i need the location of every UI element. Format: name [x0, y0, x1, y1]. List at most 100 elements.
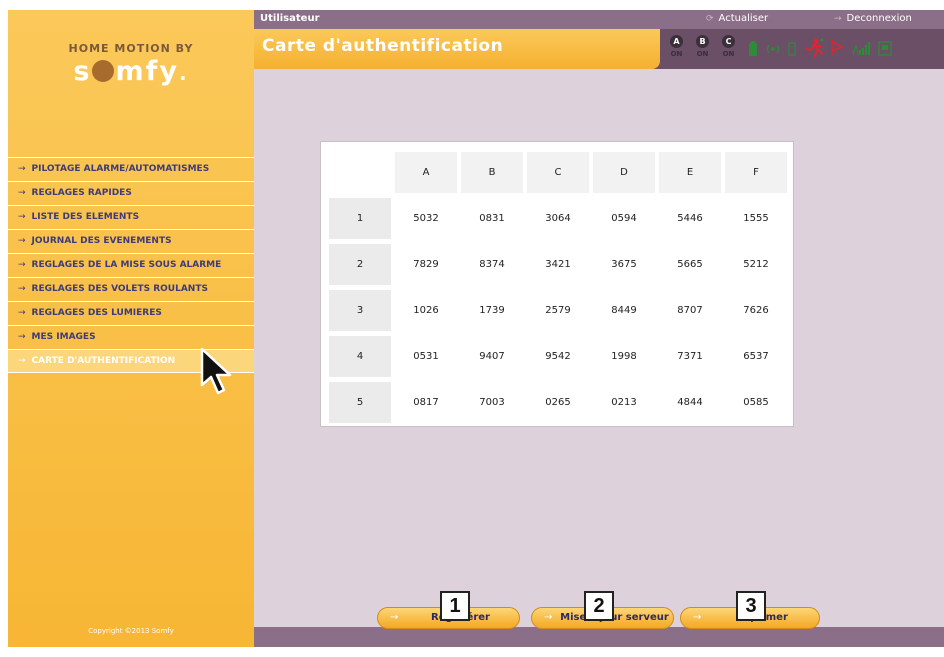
ethernet-icon — [878, 41, 892, 56]
table-cell: 8707 — [659, 290, 721, 331]
column-header: E — [659, 152, 721, 193]
table-cell: 1998 — [593, 336, 655, 377]
authentication-card: A B C D E F 1 5032 0831 3064 0594 5446 1… — [320, 141, 794, 427]
sidebar-item-mes-images[interactable]: → MES IMAGES — [8, 325, 254, 349]
sidebar-item-label: REGLAGES DES VOLETS ROULANTS — [31, 284, 208, 294]
sidebar-item-label: LISTE DES ELEMENTS — [31, 212, 140, 222]
arrow-right-icon: → — [390, 612, 399, 623]
refresh-icon: ⟳ — [706, 14, 714, 24]
table-header-row: A B C D E F — [329, 152, 787, 193]
table-cell: 0265 — [527, 382, 589, 423]
table-cell: 4844 — [659, 382, 721, 423]
table-cell: 3064 — [527, 198, 589, 239]
table-cell: 5032 — [395, 198, 457, 239]
table-cell: 0817 — [395, 382, 457, 423]
arrow-right-icon: → — [18, 212, 26, 222]
authentication-grid: A B C D E F 1 5032 0831 3064 0594 5446 1… — [325, 147, 791, 428]
arrow-right-icon: → — [18, 188, 26, 198]
table-cell: 7003 — [461, 382, 523, 423]
sidebar-item-label: REGLAGES DE LA MISE SOUS ALARME — [31, 260, 222, 270]
table-cell: 9407 — [461, 336, 523, 377]
table-cell: 0585 — [725, 382, 787, 423]
refresh-link[interactable]: ⟳ Actualiser — [706, 13, 768, 24]
intrusion-alert-icon — [805, 38, 824, 58]
zone-b-status: B ON — [696, 35, 709, 58]
table-cell: 0213 — [593, 382, 655, 423]
table-cell: 7829 — [395, 244, 457, 285]
sidebar-item-label: MES IMAGES — [31, 332, 96, 342]
logout-link[interactable]: → Deconnexion — [834, 13, 912, 24]
table-cell: 7371 — [659, 336, 721, 377]
user-bar: Utilisateur ⟳ Actualiser → Deconnexion — [254, 10, 944, 29]
table-cell: 2579 — [527, 290, 589, 331]
sidebar-item-label: REGLAGES DES LUMIERES — [31, 308, 162, 318]
table-cell: 0831 — [461, 198, 523, 239]
table-cell: 5446 — [659, 198, 721, 239]
table-corner — [329, 152, 391, 193]
table-cell: 0531 — [395, 336, 457, 377]
sidebar-item-label: JOURNAL DES EVENEMENTS — [31, 236, 172, 246]
callout-label: 1 — [440, 591, 470, 621]
arrow-right-icon: → — [18, 236, 26, 246]
arrow-right-icon: → — [18, 308, 26, 318]
table-cell: 9542 — [527, 336, 589, 377]
title-bar: Carte d'authentification A ON B ON C ON — [254, 29, 944, 69]
sidebar-item-lumieres[interactable]: → REGLAGES DES LUMIERES — [8, 301, 254, 325]
sidebar-item-label: REGLAGES RAPIDES — [31, 188, 132, 198]
table-cell: 7626 — [725, 290, 787, 331]
sidebar-item-reglages-rapides[interactable]: → REGLAGES RAPIDES — [8, 181, 254, 205]
radio-signal-icon — [766, 44, 780, 54]
table-cell: 8449 — [593, 290, 655, 331]
sidebar-item-volets-roulants[interactable]: → REGLAGES DES VOLETS ROULANTS — [8, 277, 254, 301]
gsm-signal-icon — [852, 42, 870, 56]
zone-a-status: A ON — [670, 35, 683, 58]
row-header: 5 — [329, 382, 391, 423]
table-row: 1 5032 0831 3064 0594 5446 1555 — [329, 198, 787, 239]
sidebar-item-label: CARTE D'AUTHENTIFICATION — [31, 356, 176, 366]
arrow-right-icon: → — [18, 356, 26, 366]
arrow-right-icon: → — [18, 284, 26, 294]
somfy-logo: s mfy. — [73, 56, 189, 87]
door-sensor-icon — [788, 42, 796, 56]
row-header: 3 — [329, 290, 391, 331]
table-cell: 8374 — [461, 244, 523, 285]
column-header: D — [593, 152, 655, 193]
sidebar-nav: → PILOTAGE ALARME/AUTOMATISMES → REGLAGES … — [8, 157, 254, 373]
sidebar-item-journal[interactable]: → JOURNAL DES EVENEMENTS — [8, 229, 254, 253]
table-row: 5 0817 7003 0265 0213 4844 0585 — [329, 382, 787, 423]
sidebar-item-pilotage[interactable]: → PILOTAGE ALARME/AUTOMATISMES — [8, 157, 254, 181]
row-header: 1 — [329, 198, 391, 239]
brand-tagline: HOME MOTION BY — [68, 42, 194, 55]
table-cell: 1739 — [461, 290, 523, 331]
arrow-right-icon: → — [18, 260, 26, 270]
column-header: B — [461, 152, 523, 193]
copyright-text: Copyright ©2013 Somfy — [88, 627, 174, 635]
callout-label: 3 — [736, 591, 766, 621]
table-row: 3 1026 1739 2579 8449 8707 7626 — [329, 290, 787, 331]
user-label: Utilisateur — [260, 13, 320, 24]
table-cell: 5665 — [659, 244, 721, 285]
table-row: 4 0531 9407 9542 1998 7371 6537 — [329, 336, 787, 377]
logo-dot-icon — [92, 60, 115, 82]
footer-bar — [254, 627, 944, 647]
sidebar-item-liste-elements[interactable]: → LISTE DES ELEMENTS — [8, 205, 254, 229]
mouse-pointer-icon — [200, 347, 232, 395]
arrow-right-icon: → — [18, 332, 26, 342]
battery-icon — [749, 41, 757, 56]
flag-icon — [831, 40, 844, 56]
arrow-right-icon: → — [834, 14, 842, 24]
row-header: 2 — [329, 244, 391, 285]
table-cell: 0594 — [593, 198, 655, 239]
table-cell: 3675 — [593, 244, 655, 285]
column-header: A — [395, 152, 457, 193]
arrow-right-icon: → — [18, 164, 26, 174]
sidebar-item-mise-sous-alarme[interactable]: → REGLAGES DE LA MISE SOUS ALARME — [8, 253, 254, 277]
row-header: 4 — [329, 336, 391, 377]
table-cell: 1555 — [725, 198, 787, 239]
table-cell: 5212 — [725, 244, 787, 285]
table-cell: 6537 — [725, 336, 787, 377]
table-row: 2 7829 8374 3421 3675 5665 5212 — [329, 244, 787, 285]
main-content: A B C D E F 1 5032 0831 3064 0594 5446 1… — [254, 69, 944, 627]
sidebar: HOME MOTION BY s mfy. → PILOTAGE ALARME/AU… — [8, 10, 254, 647]
arrow-right-icon: → — [693, 612, 702, 623]
